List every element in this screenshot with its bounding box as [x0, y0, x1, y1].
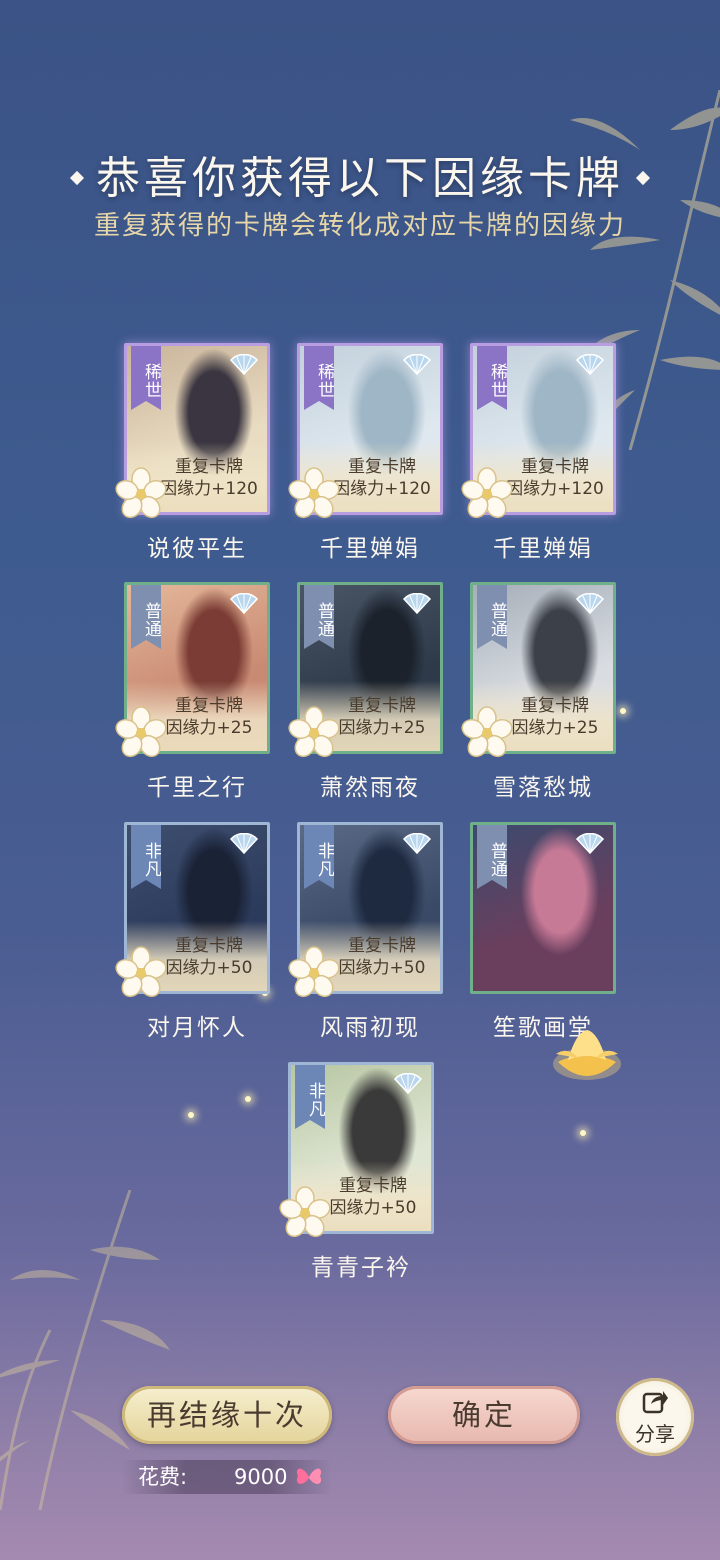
reward-card[interactable]: 非凡 重复卡牌 因缘力+50 对月怀人 — [115, 822, 270, 1041]
cost-label: 花费: — [138, 1465, 188, 1489]
duplicate-info: 重复卡牌 因缘力+50 — [328, 935, 436, 979]
affinity-gain: 因缘力+50 — [338, 958, 426, 978]
lotus-lantern-icon — [553, 1030, 621, 1080]
card-name: 青青子衿 — [311, 1255, 411, 1281]
fan-icon — [229, 833, 259, 855]
card-name: 说彼平生 — [147, 536, 247, 562]
duplicate-label: 重复卡牌 — [339, 1176, 407, 1196]
rarity-badge: 普通 — [477, 825, 507, 889]
share-icon — [642, 1391, 668, 1414]
card-frame: 普通 — [470, 822, 616, 994]
duplicate-info: 重复卡牌 因缘力+25 — [501, 695, 609, 739]
sakura-icon — [115, 706, 167, 758]
card-name: 雪落愁城 — [493, 775, 593, 801]
fan-icon — [393, 1073, 423, 1095]
fan-icon — [229, 354, 259, 376]
share-label: 分享 — [635, 1422, 675, 1446]
card-name: 对月怀人 — [147, 1015, 247, 1041]
affinity-gain: 因缘力+25 — [338, 718, 426, 738]
sakura-icon — [288, 946, 340, 998]
rarity-badge: 稀世 — [477, 346, 507, 410]
confirm-button[interactable]: 确定 — [388, 1386, 580, 1444]
sakura-icon — [115, 946, 167, 998]
sakura-icon — [461, 706, 513, 758]
rarity-badge: 非凡 — [304, 825, 334, 889]
page-title: 恭喜你获得以下因缘卡牌 — [0, 142, 720, 206]
duplicate-info: 重复卡牌 因缘力+120 — [155, 456, 263, 500]
diamond-icon — [635, 170, 651, 185]
sakura-icon — [288, 706, 340, 758]
fan-icon — [402, 833, 432, 855]
page-subtitle: 重复获得的卡牌会转化成对应卡牌的因缘力 — [93, 211, 626, 241]
fan-icon — [575, 593, 605, 615]
fan-icon — [575, 354, 605, 376]
duplicate-label: 重复卡牌 — [348, 457, 416, 477]
cost-value: 9000 — [234, 1465, 288, 1489]
rarity-badge: 普通 — [477, 585, 507, 649]
butterfly-icon — [296, 1468, 322, 1484]
duplicate-info: 重复卡牌 因缘力+50 — [155, 935, 263, 979]
affinity-gain: 因缘力+120 — [160, 479, 258, 499]
sparkle — [188, 1112, 194, 1118]
duplicate-info: 重复卡牌 因缘力+25 — [155, 695, 263, 739]
card-name: 千里之行 — [147, 775, 247, 801]
affinity-gain: 因缘力+25 — [511, 718, 599, 738]
fan-icon — [402, 354, 432, 376]
affinity-gain: 因缘力+120 — [333, 479, 431, 499]
rarity-badge: 普通 — [131, 585, 161, 649]
sakura-icon — [461, 467, 513, 519]
sakura-icon — [288, 467, 340, 519]
rarity-badge: 稀世 — [131, 346, 161, 410]
share-button[interactable]: 分享 — [616, 1378, 694, 1456]
duplicate-info: 重复卡牌 因缘力+25 — [328, 695, 436, 739]
fan-icon — [575, 833, 605, 855]
sakura-icon — [279, 1186, 331, 1238]
card-name: 风雨初现 — [320, 1015, 420, 1041]
duplicate-label: 重复卡牌 — [348, 936, 416, 956]
duplicate-label: 重复卡牌 — [348, 696, 416, 716]
duplicate-label: 重复卡牌 — [175, 936, 243, 956]
reward-card[interactable]: 稀世 重复卡牌 因缘力+120 说彼平生 — [115, 343, 270, 562]
sparkle — [245, 1096, 251, 1102]
affinity-gain: 因缘力+25 — [165, 718, 253, 738]
duplicate-label: 重复卡牌 — [521, 696, 589, 716]
fan-icon — [229, 593, 259, 615]
duplicate-label: 重复卡牌 — [175, 457, 243, 477]
reward-card[interactable]: 稀世 重复卡牌 因缘力+120 千里婵娟 — [288, 343, 443, 562]
rarity-badge: 非凡 — [295, 1065, 325, 1129]
card-name: 萧然雨夜 — [320, 775, 420, 801]
reward-card[interactable]: 普通 重复卡牌 因缘力+25 萧然雨夜 — [288, 582, 443, 801]
reward-card[interactable]: 普通 重复卡牌 因缘力+25 千里之行 — [115, 582, 270, 801]
reward-card[interactable]: 稀世 重复卡牌 因缘力+120 千里婵娟 — [461, 343, 616, 562]
reward-card[interactable]: 非凡 重复卡牌 因缘力+50 风雨初现 — [288, 822, 443, 1041]
duplicate-label: 重复卡牌 — [175, 696, 243, 716]
reward-card[interactable]: 普通 重复卡牌 因缘力+25 雪落愁城 — [461, 582, 616, 801]
card-name: 千里婵娟 — [320, 536, 420, 562]
sparkle — [620, 708, 626, 714]
rarity-badge: 普通 — [304, 585, 334, 649]
duplicate-info: 重复卡牌 因缘力+50 — [319, 1175, 427, 1219]
reward-card[interactable]: 普通 笙歌画堂 — [470, 822, 616, 1041]
sakura-icon — [115, 467, 167, 519]
duplicate-info: 重复卡牌 因缘力+120 — [328, 456, 436, 500]
cost-display: 花费: 9000 — [122, 1460, 332, 1494]
diamond-icon — [69, 170, 85, 185]
affinity-gain: 因缘力+120 — [506, 479, 604, 499]
duplicate-info: 重复卡牌 因缘力+120 — [501, 456, 609, 500]
card-name: 千里婵娟 — [493, 536, 593, 562]
affinity-gain: 因缘力+50 — [165, 958, 253, 978]
duplicate-label: 重复卡牌 — [521, 457, 589, 477]
reward-card[interactable]: 非凡 重复卡牌 因缘力+50 青青子衿 — [279, 1062, 434, 1281]
sparkle — [580, 1130, 586, 1136]
draw-ten-again-button[interactable]: 再结缘十次 — [122, 1386, 332, 1444]
affinity-gain: 因缘力+50 — [329, 1198, 417, 1218]
fan-icon — [402, 593, 432, 615]
rarity-badge: 非凡 — [131, 825, 161, 889]
rarity-badge: 稀世 — [304, 346, 334, 410]
